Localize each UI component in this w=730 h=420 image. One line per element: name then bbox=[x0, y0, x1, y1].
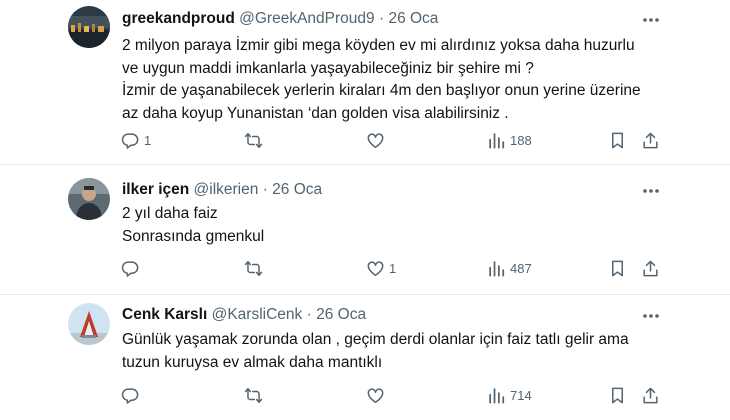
like-button[interactable] bbox=[366, 386, 389, 405]
retweet-button[interactable] bbox=[244, 259, 267, 278]
reply-icon bbox=[121, 259, 140, 278]
share-icon bbox=[641, 259, 660, 278]
tweet-text: 2 yıl daha faiz Sonrasında gmenkul bbox=[122, 203, 682, 248]
tweet-line: Sonrasında gmenkul bbox=[122, 227, 265, 245]
retweet-button[interactable] bbox=[244, 386, 267, 405]
views-button[interactable]: 487 bbox=[487, 259, 532, 278]
tweet-ilkerien[interactable]: ilker içen @ilkerien · 26 Oca 2 yıl daha… bbox=[0, 165, 730, 295]
tweet-text: 2 milyon paraya İzmir gibi mega köyden e… bbox=[122, 35, 682, 125]
monument-photo-icon bbox=[68, 303, 110, 345]
tweet-line: 2 yıl daha faiz bbox=[122, 205, 218, 222]
tweet-header: ilker içen @ilkerien · 26 Oca bbox=[122, 181, 322, 199]
bookmark-icon bbox=[608, 386, 627, 405]
retweet-button[interactable] bbox=[244, 131, 267, 150]
reply-button[interactable]: 1 bbox=[121, 131, 151, 150]
views-icon bbox=[487, 131, 506, 150]
separator: · bbox=[378, 10, 385, 27]
tweet-line: Günlük yaşamak zorunda olan , geçim derd… bbox=[122, 331, 629, 348]
share-icon bbox=[641, 386, 660, 405]
user-handle[interactable]: @KarsliCenk bbox=[212, 306, 303, 323]
share-button[interactable] bbox=[641, 386, 660, 405]
user-handle[interactable]: @ilkerien bbox=[194, 181, 259, 198]
tweet-line: 2 milyon paraya İzmir gibi mega köyden e… bbox=[122, 37, 635, 54]
like-icon bbox=[366, 131, 385, 150]
like-icon bbox=[366, 386, 385, 405]
reply-icon bbox=[121, 131, 140, 150]
bookmark-button[interactable] bbox=[608, 259, 627, 278]
city-photo-icon bbox=[68, 6, 110, 48]
reply-count: 1 bbox=[144, 133, 152, 148]
tweet-text: Günlük yaşamak zorunda olan , geçim derd… bbox=[122, 329, 682, 374]
tweet-line: İzmir de yaşanabilecek yerlerin kiraları… bbox=[122, 82, 641, 99]
more-icon[interactable] bbox=[641, 13, 661, 27]
avatar[interactable] bbox=[68, 6, 110, 48]
person-photo-icon bbox=[68, 178, 110, 220]
tweet-line: az daha koyup Yunanistan ‘dan golden vis… bbox=[122, 104, 509, 122]
retweet-icon bbox=[244, 259, 263, 278]
tweet-header: Cenk Karslı @KarsliCenk · 26 Oca bbox=[122, 306, 366, 324]
separator: · bbox=[262, 181, 268, 198]
bookmark-button[interactable] bbox=[608, 131, 627, 150]
tweet-date[interactable]: 26 Oca bbox=[388, 10, 438, 27]
reply-button[interactable] bbox=[121, 386, 144, 405]
view-count: 714 bbox=[510, 388, 532, 403]
tweet-date[interactable]: 26 Oca bbox=[272, 181, 322, 198]
separator: · bbox=[306, 306, 312, 323]
tweet-line: ve uygun maddi imkanlarla yaşayabileceği… bbox=[122, 59, 534, 77]
user-name[interactable]: Cenk Karslı bbox=[122, 306, 207, 323]
bookmark-icon bbox=[608, 131, 627, 150]
tweet-header: greekandproud @GreekAndProud9 · 26 Oca bbox=[122, 10, 438, 28]
user-handle[interactable]: @GreekAndProud9 bbox=[239, 10, 375, 27]
views-button[interactable]: 188 bbox=[487, 131, 532, 150]
more-icon[interactable] bbox=[641, 184, 661, 198]
reply-icon bbox=[121, 386, 140, 405]
share-icon bbox=[641, 131, 660, 150]
share-button[interactable] bbox=[641, 259, 660, 278]
like-button[interactable]: 1 bbox=[366, 259, 396, 278]
like-count: 1 bbox=[389, 261, 397, 276]
views-icon bbox=[487, 386, 506, 405]
reply-button[interactable] bbox=[121, 259, 144, 278]
avatar[interactable] bbox=[68, 178, 110, 220]
like-icon bbox=[366, 259, 385, 278]
view-count: 487 bbox=[510, 261, 532, 276]
views-icon bbox=[487, 259, 506, 278]
bookmark-icon bbox=[608, 259, 627, 278]
more-icon[interactable] bbox=[641, 309, 661, 323]
like-button[interactable] bbox=[366, 131, 389, 150]
tweet-greekandproud[interactable]: greekandproud @GreekAndProud9 · 26 Oca 2… bbox=[0, 0, 730, 165]
view-count: 188 bbox=[510, 133, 532, 148]
retweet-icon bbox=[244, 131, 263, 150]
tweet-karslicenk[interactable]: Cenk Karslı @KarsliCenk · 26 Oca Günlük … bbox=[0, 295, 730, 420]
share-button[interactable] bbox=[641, 131, 660, 150]
user-name[interactable]: greekandproud bbox=[122, 10, 235, 27]
tweet-line: tuzun kuruysa ev almak daha mantıklı bbox=[122, 353, 383, 371]
user-name[interactable]: ilker içen bbox=[122, 181, 189, 198]
avatar[interactable] bbox=[68, 303, 110, 345]
bookmark-button[interactable] bbox=[608, 386, 627, 405]
tweet-date[interactable]: 26 Oca bbox=[316, 306, 366, 323]
retweet-icon bbox=[244, 386, 263, 405]
views-button[interactable]: 714 bbox=[487, 386, 532, 405]
